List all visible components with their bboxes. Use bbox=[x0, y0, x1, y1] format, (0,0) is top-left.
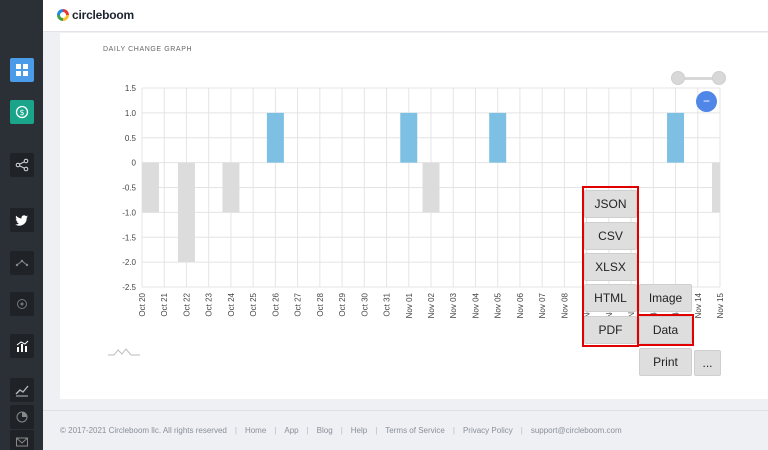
circle-icon[interactable] bbox=[10, 292, 34, 316]
x-tick-label: Oct 29 bbox=[338, 292, 347, 316]
y-tick-label: 1.0 bbox=[125, 109, 137, 118]
x-tick-label: Nov 02 bbox=[427, 292, 436, 318]
x-tick-label: Oct 26 bbox=[271, 292, 280, 316]
logo-text: circleboom bbox=[72, 8, 135, 22]
twitter-icon[interactable] bbox=[10, 208, 34, 232]
footer-link-app[interactable]: App bbox=[284, 426, 298, 435]
highlight-data-option bbox=[637, 314, 694, 346]
bar-oct-24[interactable] bbox=[222, 162, 240, 213]
analytics-icon[interactable] bbox=[10, 334, 34, 358]
logo[interactable]: circleboom bbox=[57, 8, 134, 22]
footer-link-help[interactable]: Help bbox=[351, 426, 367, 435]
x-tick-label: Oct 27 bbox=[294, 292, 303, 316]
export-image-button[interactable]: Image bbox=[639, 284, 692, 312]
x-tick-label: Oct 20 bbox=[138, 292, 147, 316]
bar-nov-13[interactable] bbox=[667, 112, 685, 163]
footer-divider bbox=[43, 410, 768, 411]
x-tick-label: Nov 03 bbox=[449, 292, 458, 318]
circleboom-logo-icon bbox=[57, 9, 69, 21]
x-tick-label: Nov 07 bbox=[538, 292, 547, 318]
x-tick-label: Oct 22 bbox=[182, 292, 191, 316]
y-tick-label: 0.5 bbox=[125, 134, 137, 143]
footer-link-home[interactable]: Home bbox=[245, 426, 266, 435]
x-tick-label: Oct 31 bbox=[383, 292, 392, 316]
x-tick-label: Oct 28 bbox=[316, 292, 325, 316]
x-tick-label: Oct 25 bbox=[249, 292, 258, 316]
print-button[interactable]: Print bbox=[639, 348, 692, 376]
zoom-handle-left[interactable] bbox=[671, 71, 685, 85]
y-tick-label: 0 bbox=[132, 159, 137, 168]
network-icon[interactable] bbox=[10, 251, 34, 275]
x-tick-label: Nov 06 bbox=[516, 292, 525, 318]
x-tick-label: Nov 15 bbox=[716, 292, 725, 318]
footer-link-terms[interactable]: Terms of Service bbox=[385, 426, 445, 435]
footer-link-privacy[interactable]: Privacy Policy bbox=[463, 426, 513, 435]
x-tick-label: Nov 05 bbox=[494, 292, 503, 318]
bar-oct-26[interactable] bbox=[266, 112, 284, 163]
y-tick-label: -1.5 bbox=[122, 233, 136, 242]
highlight-export-formats bbox=[582, 186, 639, 347]
svg-text:$: $ bbox=[19, 108, 24, 117]
share-icon[interactable] bbox=[10, 153, 34, 177]
footer-copyright: © 2017-2021 Circleboom llc. All rights r… bbox=[60, 426, 227, 435]
dashboard-icon[interactable] bbox=[10, 58, 34, 82]
footer: © 2017-2021 Circleboom llc. All rights r… bbox=[60, 426, 622, 435]
dollar-icon[interactable]: $ bbox=[10, 100, 34, 124]
x-tick-label: Oct 30 bbox=[360, 292, 369, 316]
sparkline-icon bbox=[108, 348, 140, 356]
y-tick-label: 1.5 bbox=[125, 84, 137, 93]
y-tick-label: -1.0 bbox=[122, 208, 136, 217]
more-options-button[interactable]: ... bbox=[694, 350, 721, 376]
zoom-handle-right[interactable] bbox=[712, 71, 726, 85]
x-tick-label: Nov 04 bbox=[471, 292, 480, 318]
x-tick-label: Nov 01 bbox=[405, 292, 414, 318]
bar-nov-02[interactable] bbox=[422, 162, 440, 213]
x-tick-label: Nov 08 bbox=[560, 292, 569, 318]
bar-oct-20[interactable] bbox=[142, 162, 159, 213]
x-tick-label: Oct 23 bbox=[205, 292, 214, 316]
bar-nov-15[interactable] bbox=[712, 162, 720, 213]
zoom-out-button[interactable]: − bbox=[696, 91, 717, 112]
y-tick-label: -0.5 bbox=[122, 184, 136, 193]
bar-nov-05[interactable] bbox=[489, 112, 507, 163]
mail-icon[interactable] bbox=[10, 430, 34, 450]
footer-link-support[interactable]: support@circleboom.com bbox=[531, 426, 622, 435]
sidebar: $ bbox=[0, 0, 43, 450]
x-tick-label: Oct 24 bbox=[227, 292, 236, 316]
x-tick-label: Oct 21 bbox=[160, 292, 169, 316]
pie-icon[interactable] bbox=[10, 405, 34, 429]
y-tick-label: -2.5 bbox=[122, 283, 136, 292]
bar-oct-22[interactable] bbox=[177, 162, 195, 263]
footer-link-blog[interactable]: Blog bbox=[317, 426, 333, 435]
bar-nov-01[interactable] bbox=[400, 112, 418, 163]
x-tick-label: Nov 14 bbox=[694, 292, 703, 318]
y-tick-label: -2.0 bbox=[122, 258, 136, 267]
top-bar: circleboom bbox=[43, 0, 768, 32]
trend-icon[interactable] bbox=[10, 378, 34, 402]
